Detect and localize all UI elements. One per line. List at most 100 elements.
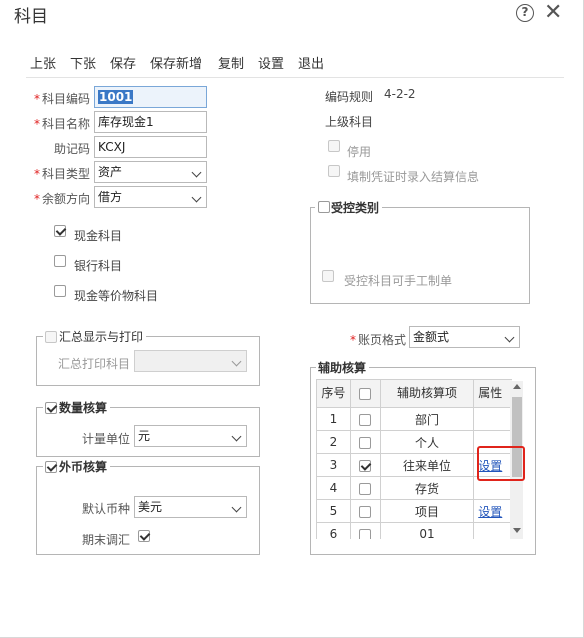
cash-equiv-label: 现金等价物科目	[74, 289, 159, 303]
seq-cell: 4	[316, 476, 351, 500]
item-cell: 存货	[379, 476, 475, 500]
summary-print-label: 汇总打印科目	[57, 357, 130, 371]
settle-info-label: 填制凭证时录入结算信息	[347, 170, 480, 184]
summary-legend: 汇总显示与打印	[43, 328, 147, 345]
code-rule-value: 4-2-2	[384, 87, 416, 101]
bank-label: 银行科目	[74, 259, 123, 273]
row-checkbox[interactable]	[359, 528, 372, 539]
close-icon[interactable]: ✕	[544, 0, 562, 25]
check-all-header	[349, 379, 381, 408]
mnemonic-label: 助记码	[53, 142, 90, 156]
scroll-up-icon[interactable]	[513, 384, 521, 389]
type-label: * 科目类型	[33, 167, 90, 181]
table-row[interactable]: 1 部门	[316, 407, 512, 431]
seq-cell: 3	[316, 453, 351, 477]
exit-button[interactable]: 退出	[298, 53, 324, 72]
mnemonic-input[interactable]: KCXJ	[94, 136, 207, 158]
dialog-title: 科目	[14, 7, 48, 27]
cash-equiv-checkbox[interactable]	[54, 285, 66, 297]
ledger-format-label: * 账页格式	[349, 333, 406, 347]
account-dialog: 科目 ? ✕ 上张 下张 保存 保存新增 复制 设置 退出 * 科目编码 1001…	[0, 0, 584, 638]
summary-checkbox[interactable]	[45, 331, 57, 343]
help-icon[interactable]: ?	[516, 4, 534, 22]
attr-cell	[473, 407, 512, 431]
direction-label: * 余额方向	[33, 192, 90, 206]
item-cell: 往来单位	[379, 453, 475, 477]
ledger-format-select[interactable]: 金额式	[409, 326, 520, 348]
row-checkbox[interactable]	[359, 482, 372, 495]
save-new-button[interactable]: 保存新增	[150, 53, 202, 72]
row-checkbox[interactable]	[359, 436, 372, 449]
prev-button[interactable]: 上张	[30, 53, 56, 72]
item-header: 辅助核算项	[379, 379, 475, 408]
settle-info-checkbox[interactable]	[328, 165, 340, 177]
code-rule-label: 编码规则	[325, 90, 374, 104]
adjust-checkbox[interactable]	[138, 530, 150, 542]
check-cell	[349, 476, 381, 500]
quantity-checkbox[interactable]	[45, 402, 57, 414]
code-label: * 科目编码	[33, 92, 90, 106]
row-checkbox[interactable]	[359, 413, 372, 426]
chevron-down-icon	[231, 356, 242, 367]
summary-print-select[interactable]	[134, 350, 247, 372]
item-cell: 01	[379, 522, 475, 539]
name-label: * 科目名称	[33, 117, 90, 131]
row-checkbox[interactable]	[359, 459, 372, 472]
attr-cell: 设置	[473, 499, 512, 523]
cash-label: 现金科目	[74, 229, 123, 243]
table-row[interactable]: 5 项目 设置	[316, 499, 512, 523]
aux-table-header: 序号 辅助核算项 属性	[316, 379, 512, 408]
item-cell: 项目	[379, 499, 475, 523]
seq-cell: 2	[316, 430, 351, 454]
chevron-down-icon	[191, 167, 202, 178]
next-button[interactable]: 下张	[70, 53, 96, 72]
copy-button[interactable]: 复制	[218, 53, 244, 72]
check-all-checkbox[interactable]	[359, 387, 372, 400]
adjust-label: 期末调汇	[81, 533, 130, 547]
check-cell	[349, 453, 381, 477]
highlight-box	[477, 446, 525, 481]
row-checkbox[interactable]	[359, 505, 372, 518]
unit-select[interactable]: 元	[134, 425, 247, 447]
aux-legend: 辅助核算	[316, 359, 370, 376]
attr-settings-link[interactable]: 设置	[478, 505, 502, 519]
bank-checkbox[interactable]	[54, 255, 66, 267]
seq-cell: 6	[316, 522, 351, 539]
seq-cell: 5	[316, 499, 351, 523]
check-cell	[349, 499, 381, 523]
check-cell	[349, 522, 381, 539]
seq-header: 序号	[316, 379, 351, 408]
toolbar-divider	[26, 77, 564, 78]
manual-entry-checkbox[interactable]	[322, 270, 334, 282]
save-button[interactable]: 保存	[110, 53, 136, 72]
attr-header: 属性	[473, 379, 512, 408]
controlled-group	[310, 207, 530, 304]
attr-cell	[473, 522, 512, 539]
table-row[interactable]: 6 01	[316, 522, 512, 539]
direction-select[interactable]: 借方	[94, 186, 207, 208]
cash-checkbox[interactable]	[54, 225, 66, 237]
controlled-checkbox[interactable]	[318, 201, 330, 213]
code-input[interactable]: 1001	[94, 86, 207, 108]
item-cell: 个人	[379, 430, 475, 454]
type-select[interactable]: 资产	[94, 161, 207, 183]
chevron-down-icon	[231, 502, 242, 513]
item-cell: 部门	[379, 407, 475, 431]
chevron-down-icon	[191, 192, 202, 203]
unit-label: 计量单位	[81, 432, 130, 446]
disabled-label: 停用	[347, 145, 372, 159]
name-input[interactable]: 库存现金1	[94, 111, 207, 133]
check-cell	[349, 430, 381, 454]
chevron-down-icon	[231, 431, 242, 442]
settings-button[interactable]: 设置	[258, 53, 284, 72]
parent-account-label: 上级科目	[325, 115, 374, 129]
check-cell	[349, 407, 381, 431]
currency-label: 默认币种	[81, 502, 130, 516]
currency-select[interactable]: 美元	[134, 496, 247, 518]
chevron-down-icon	[504, 332, 515, 343]
disabled-checkbox[interactable]	[328, 140, 340, 152]
manual-entry-label: 受控科目可手工制单	[344, 274, 453, 288]
seq-cell: 1	[316, 407, 351, 431]
scroll-down-icon[interactable]	[513, 528, 521, 533]
foreign-checkbox[interactable]	[45, 461, 57, 473]
